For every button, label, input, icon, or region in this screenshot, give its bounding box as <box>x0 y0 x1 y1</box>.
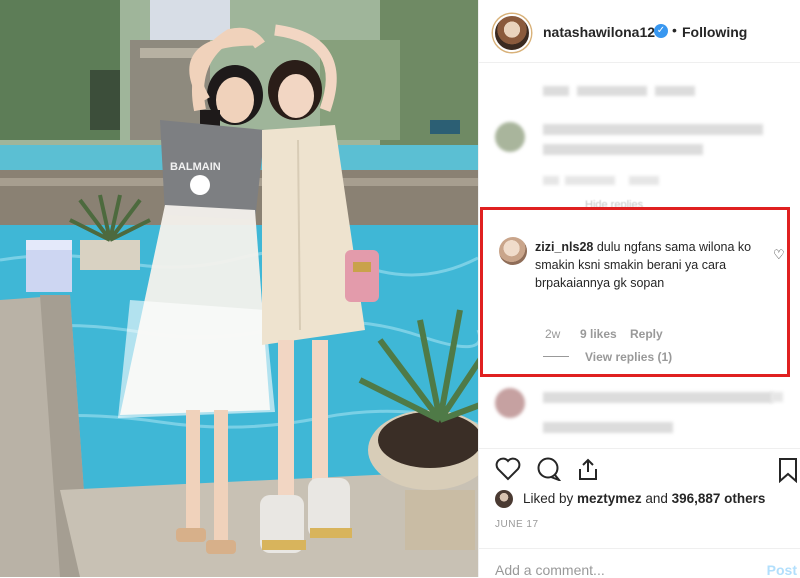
comment-like-heart-icon[interactable]: ♡ <box>773 247 785 263</box>
post-actions-bar <box>479 448 800 489</box>
comment-age[interactable]: 2w <box>545 327 560 341</box>
highlighted-comment: zizi_nls28 dulu ngfans sama wilona ko sm… <box>480 207 790 377</box>
post-date[interactable]: JUNE 17 <box>495 519 539 530</box>
comment-reply-button[interactable]: Reply <box>630 327 663 341</box>
view-replies-link[interactable]: View replies (1) <box>585 350 672 364</box>
blurred-comment-line <box>543 124 763 135</box>
likes-text: Liked by meztymez and 396,887 others <box>523 491 766 506</box>
likes-count: 396,887 others <box>671 491 766 506</box>
blurred-comment-line <box>543 392 773 403</box>
following-button[interactable]: Following <box>682 24 747 40</box>
blurred-comment-line <box>655 86 695 96</box>
comment-likes-count[interactable]: 9 likes <box>580 327 617 341</box>
bookmark-icon[interactable] <box>777 457 799 488</box>
blurred-comment-line <box>629 176 659 185</box>
post-photo[interactable]: BALMAIN <box>0 0 478 577</box>
blurred-avatar <box>495 388 525 418</box>
replies-divider-line <box>543 356 569 357</box>
blurred-comment-line <box>577 86 647 96</box>
svg-text:BALMAIN: BALMAIN <box>170 161 221 173</box>
add-comment-input[interactable]: Add a comment... <box>495 562 605 578</box>
verified-badge-icon: ✓ <box>654 24 668 38</box>
heart-icon[interactable] <box>495 457 521 486</box>
comment-body: zizi_nls28 dulu ngfans sama wilona ko sm… <box>535 238 765 292</box>
blurred-comment-line <box>543 422 673 433</box>
blurred-avatar <box>495 122 525 152</box>
comment-icon[interactable] <box>535 457 563 486</box>
photo-illustration: BALMAIN <box>0 0 478 577</box>
commenter-avatar[interactable] <box>499 237 527 265</box>
separator-dot: • <box>672 22 677 38</box>
blurred-comment-line <box>543 144 703 155</box>
author-avatar[interactable] <box>493 14 531 52</box>
liker-username: meztymez <box>577 491 642 506</box>
liker-avatar <box>495 490 513 508</box>
blurred-comment-line <box>543 176 559 185</box>
author-username[interactable]: natashawilona12 <box>543 24 655 40</box>
post-header: natashawilona12 ✓ • Following <box>479 0 800 63</box>
blurred-heart <box>771 392 783 402</box>
add-comment-bar: Add a comment... Post <box>479 548 800 578</box>
post-comment-button[interactable]: Post <box>767 562 797 578</box>
blurred-comment-line <box>543 86 569 96</box>
share-icon[interactable] <box>575 457 601 486</box>
commenter-username[interactable]: zizi_nls28 <box>535 240 593 254</box>
blurred-comment-line <box>565 176 615 185</box>
